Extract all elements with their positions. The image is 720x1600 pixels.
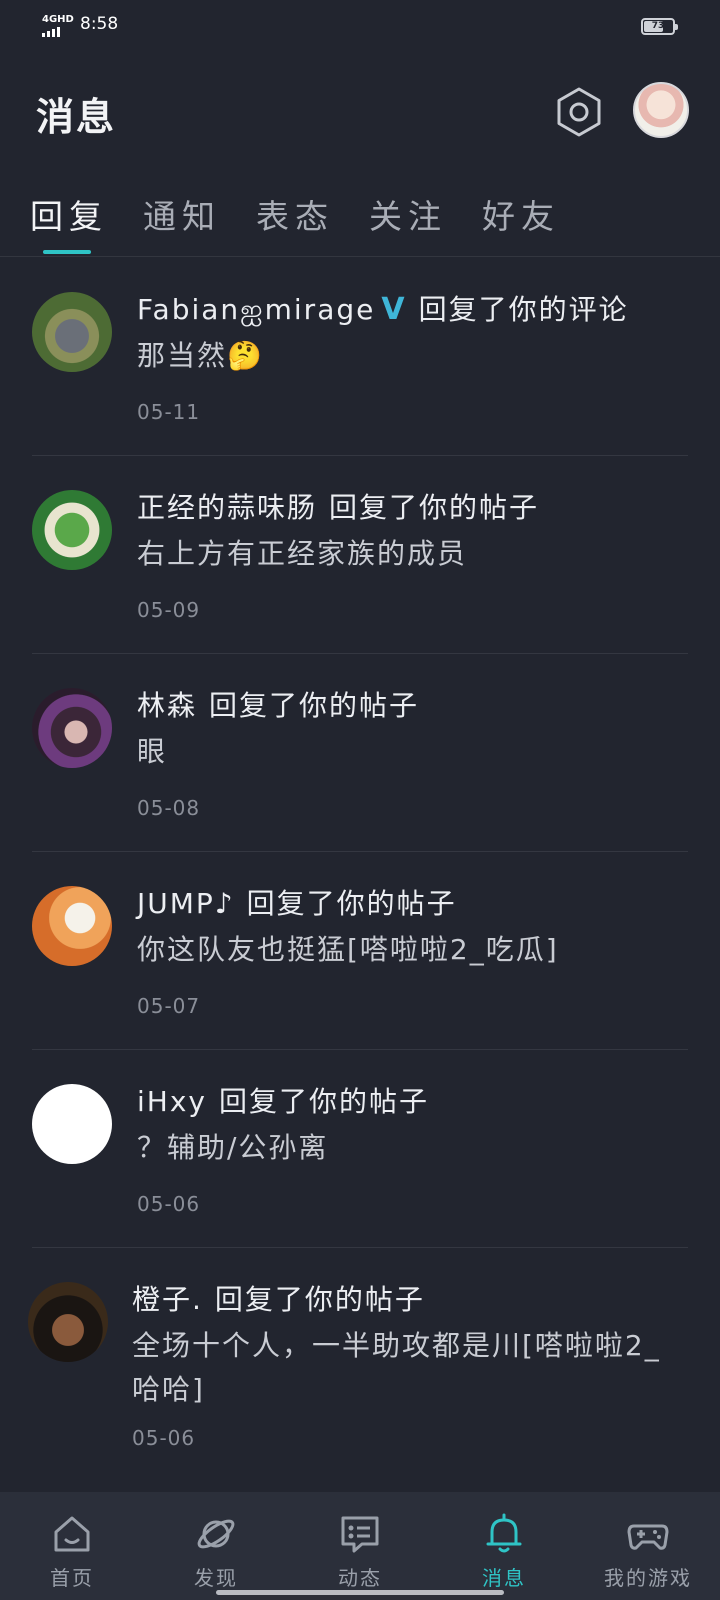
message-date: 05-08 [137,796,201,820]
list-item[interactable]: 正经的蒜味肠 回复了你的帖子 右上方有正经家族的成员 05-09 [0,456,720,654]
avatar[interactable] [28,1282,108,1362]
planet-icon [197,1519,235,1549]
battery-percent: 73 [651,21,665,31]
message-content: 那当然🤔 [137,339,264,372]
message-action: 回复了你的帖子 [209,689,420,722]
home-indicator[interactable] [216,1590,504,1595]
bottom-nav: 首页 发现 动态 消息 我的游戏 [0,1492,720,1600]
user-name[interactable]: Fabianஐmirage [137,293,375,326]
avatar[interactable] [32,1084,112,1164]
chat-card-icon [341,1516,379,1553]
message-headline: 正经的蒜味肠 回复了你的帖子 [137,486,539,526]
nav-messages[interactable]: 消息 [432,1492,576,1600]
nav-label: 我的游戏 [604,1566,692,1590]
message-action: 回复了你的帖子 [246,887,457,920]
nav-label: 消息 [482,1566,526,1590]
list-item[interactable]: 林森 回复了你的帖子 眼 05-08 [0,654,720,852]
status-bar: 4GHD 8:58 73 [0,0,720,52]
verified-badge: V [381,292,407,327]
nav-my-games[interactable]: 我的游戏 [576,1492,720,1600]
nav-feed[interactable]: 动态 [288,1492,432,1600]
message-headline: iHxy 回复了你的帖子 [137,1080,429,1120]
list-item[interactable]: Fabianஐmirage V 回复了你的评论 那当然🤔 05-11 [0,258,720,456]
gamepad-icon [627,1524,669,1550]
signal-icon [42,27,60,37]
message-action: 回复了你的帖子 [329,491,540,524]
page-header: 消息 [0,70,720,160]
message-action: 回复了你的帖子 [218,1085,429,1118]
message-content: 你这队友也挺猛[嗒啦啦2_吃瓜] [137,933,559,966]
message-headline: Fabianஐmirage V 回复了你的评论 [137,288,629,330]
list-item[interactable]: 橙子. 回复了你的帖子 全场十个人，一半助攻都是川[嗒啦啦2_哈哈] 05-06 [0,1248,720,1488]
message-content: 眼 [137,735,168,768]
nav-home[interactable]: 首页 [0,1492,144,1600]
tab-replies[interactable]: 回复 [30,190,108,238]
tab-notifications[interactable]: 通知 [143,190,221,238]
battery-icon: 73 [641,18,678,35]
tab-follows[interactable]: 关注 [369,190,447,238]
avatar[interactable] [32,292,112,372]
profile-avatar[interactable] [633,82,689,138]
user-name[interactable]: JUMP♪ [137,887,235,920]
message-date: 05-06 [132,1426,196,1450]
nav-label: 首页 [50,1566,94,1590]
tab-bar: 回复 通知 表态 关注 好友 [0,180,720,257]
network-type: 4GHD [42,14,74,25]
user-name[interactable]: 橙子. [132,1283,203,1316]
user-name[interactable]: 林森 [137,689,197,722]
message-date: 05-07 [137,994,201,1018]
message-action: 回复了你的帖子 [214,1283,425,1316]
list-item[interactable]: JUMP♪ 回复了你的帖子 你这队友也挺猛[嗒啦啦2_吃瓜] 05-07 [0,852,720,1050]
message-date: 05-06 [137,1192,201,1216]
message-content: 全场十个人，一半助攻都是川[嗒啦啦2_哈哈] [132,1329,661,1406]
message-date: 05-11 [137,400,201,424]
active-tab-indicator [43,250,91,254]
list-item[interactable]: iHxy 回复了你的帖子 ？辅助/公孙离 05-06 [0,1050,720,1248]
message-list: Fabianஐmirage V 回复了你的评论 那当然🤔 05-11 正经的蒜味肠回… [0,258,720,1488]
avatar[interactable] [32,886,112,966]
home-icon [54,1516,90,1552]
settings-button[interactable] [553,86,605,138]
message-content: ？辅助/公孙离 [137,1131,329,1164]
message-headline: JUMP♪ 回复了你的帖子 [137,882,457,922]
avatar[interactable] [32,688,112,768]
message-headline: 橙子. 回复了你的帖子 [132,1278,425,1318]
bell-icon [486,1513,522,1553]
page-title: 消息 [36,95,117,139]
message-content: 右上方有正经家族的成员 [137,537,468,570]
user-name[interactable]: 正经的蒜味肠 [137,491,317,524]
settings-icon [557,87,601,137]
message-date: 05-09 [137,598,201,622]
status-time: 8:58 [80,14,119,34]
tab-reactions[interactable]: 表态 [256,190,334,238]
user-name[interactable]: iHxy [137,1085,207,1118]
nav-discover[interactable]: 发现 [144,1492,288,1600]
nav-label: 发现 [194,1566,238,1590]
avatar[interactable] [32,490,112,570]
message-action: 回复了你的评论 [418,293,629,326]
message-headline: 林森 回复了你的帖子 [137,684,419,724]
nav-label: 动态 [338,1566,382,1590]
tab-friends[interactable]: 好友 [482,190,560,238]
